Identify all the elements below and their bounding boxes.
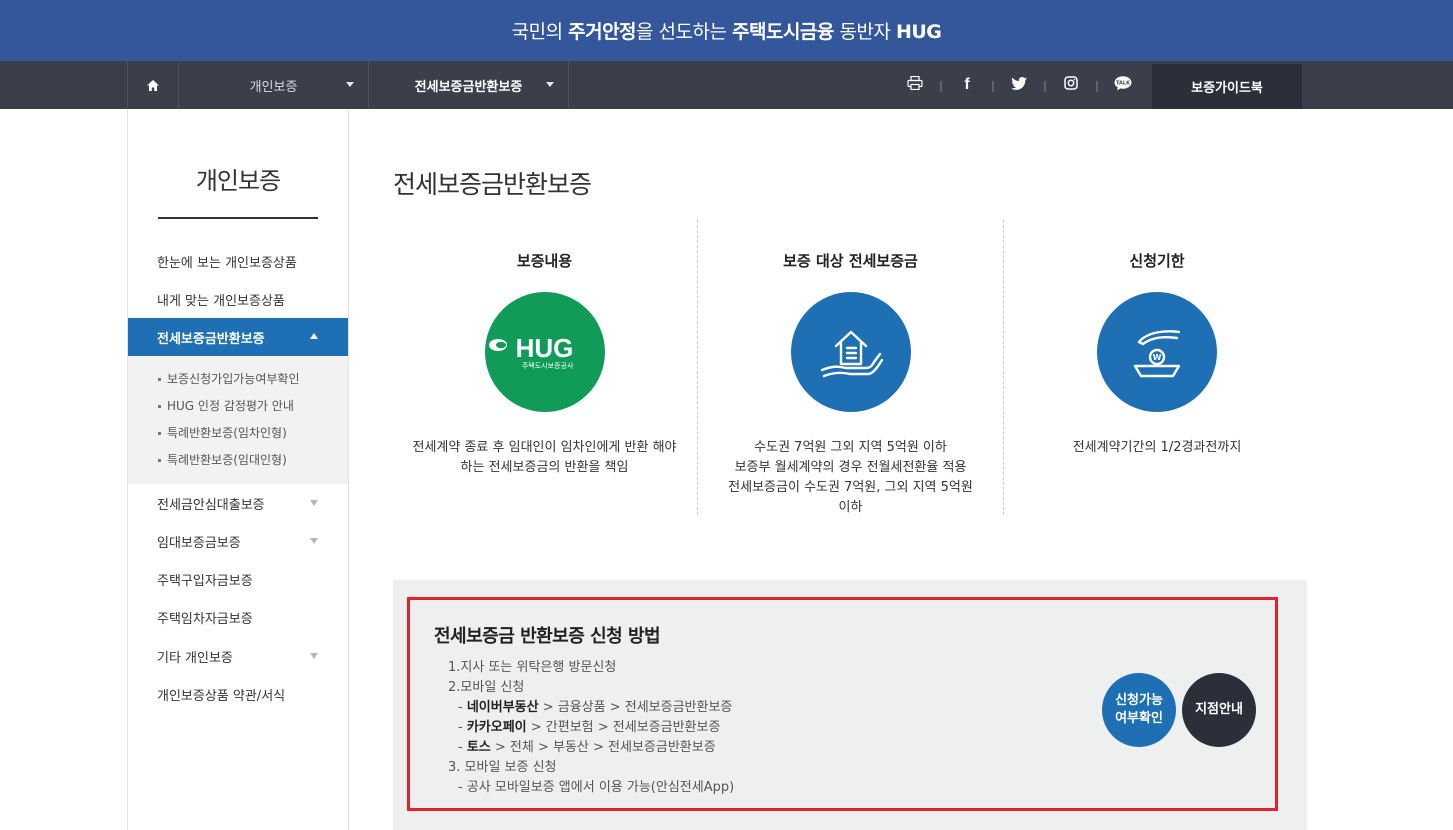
global-nav: 개인보증 전세보증금반환보증 | f | | | TALK 보증가이드북 bbox=[0, 61, 1453, 109]
sidebar-item-recommend[interactable]: 내게 맞는 개인보증상품 bbox=[128, 280, 348, 318]
caret-down-icon bbox=[546, 82, 554, 87]
info-column-target: 보증 대상 전세보증금 수도권 7억원 그외 지역 5억원 이하 보증부 월세계… bbox=[698, 220, 1004, 515]
home-button[interactable] bbox=[127, 61, 179, 109]
submenu-item-eligibility[interactable]: 보증신청가입가능여부확인 bbox=[128, 367, 348, 394]
banner-text: 국민의 주거안정을 선도하는 주택도시금융 동반자 HUG bbox=[511, 21, 942, 43]
sidebar-item-terms[interactable]: 개인보증상품 약관/서식 bbox=[128, 675, 348, 713]
twitter-icon[interactable] bbox=[1004, 76, 1034, 94]
print-icon[interactable] bbox=[900, 75, 930, 94]
sidebar-item-label: 주택구입자금보증 bbox=[157, 573, 253, 589]
howto-step: 1.지사 또는 위탁은행 방문신청 bbox=[448, 660, 617, 675]
sidebar-item-label: 주택임차자금보증 bbox=[157, 611, 253, 627]
sidebar-title: 개인보증 bbox=[195, 167, 281, 195]
guide-book-button[interactable]: 보증가이드북 bbox=[1152, 64, 1302, 109]
sidebar-item-safe-loan[interactable]: 전세금안심대출보증 bbox=[128, 484, 348, 522]
howto-substep: - 토스 > 전체 > 부동산 > 전세보증금반환보증 bbox=[458, 740, 716, 755]
sidebar-item-deposit-return[interactable]: 전세보증금반환보증 bbox=[128, 318, 348, 356]
howto-title: 전세보증금 반환보증 신청 방법 bbox=[434, 626, 661, 647]
kakaotalk-icon[interactable]: TALK bbox=[1108, 75, 1138, 95]
divider: | bbox=[939, 78, 943, 92]
home-icon bbox=[147, 79, 159, 91]
caret-up-icon bbox=[310, 333, 318, 339]
svg-text:W: W bbox=[1153, 353, 1162, 362]
howto-step: 2.모바일 신청 bbox=[448, 680, 525, 695]
branch-info-button[interactable]: 지점안내 bbox=[1182, 673, 1256, 747]
caret-down-icon bbox=[310, 538, 318, 544]
sidebar-item-label: 한눈에 보는 개인보증상품 bbox=[157, 255, 297, 271]
column-description: 전세계약 종료 후 임대인이 임차인에게 반환 해야 하는 전세보증금의 반환을… bbox=[412, 440, 677, 475]
caret-down-icon bbox=[310, 653, 318, 659]
caret-down-icon bbox=[346, 82, 354, 87]
sidebar-item-lease-fund[interactable]: 주택임차자금보증 bbox=[128, 598, 348, 636]
hug-logo-mark-icon bbox=[488, 339, 507, 351]
sidebar-item-label: 전세보증금반환보증 bbox=[157, 331, 265, 347]
hug-logo: HUG 주택도시보증공사 bbox=[488, 333, 573, 371]
sidebar-submenu: 보증신청가입가능여부확인 HUG 인정 감정평가 안내 특례반환보증(임차인형)… bbox=[128, 356, 348, 484]
submenu-item-special-tenant[interactable]: 특례반환보증(임차인형) bbox=[128, 421, 348, 448]
sidebar-title-rule bbox=[158, 217, 318, 219]
nav-dropdown-label: 전세보증금반환보증 bbox=[414, 79, 523, 95]
sidebar-item-rental-deposit[interactable]: 임대보증금보증 bbox=[128, 522, 348, 560]
howto-substep: - 카카오페이 > 간편보험 > 전세보증금반환보증 bbox=[458, 720, 721, 735]
instagram-icon[interactable] bbox=[1056, 76, 1086, 94]
facebook-icon[interactable]: f bbox=[952, 76, 982, 94]
howto-highlight: 전세보증금 반환보증 신청 방법 1.지사 또는 위탁은행 방문신청 2.모바일… bbox=[407, 597, 1278, 811]
column-heading: 보증내용 bbox=[516, 252, 573, 270]
house-hand-icon bbox=[820, 330, 883, 378]
divider: | bbox=[1095, 78, 1099, 92]
sidebar-item-label: 전세금안심대출보증 bbox=[157, 497, 265, 513]
column-heading: 신청기한 bbox=[1129, 252, 1185, 270]
social-links: | f | | | TALK bbox=[900, 61, 1138, 109]
money-hand-icon-circle: W bbox=[1097, 292, 1217, 412]
house-hand-icon-circle bbox=[790, 292, 911, 412]
howto-substep: - 네이버부동산 > 금융상품 > 전세보증금반환보증 bbox=[458, 700, 733, 715]
nav-dropdown-personal-guarantee[interactable]: 개인보증 bbox=[179, 61, 369, 109]
sidebar-item-label: 임대보증금보증 bbox=[157, 535, 241, 551]
sidebar-item-purchase-fund[interactable]: 주택구입자금보증 bbox=[128, 560, 348, 598]
column-heading: 보증 대상 전세보증금 bbox=[783, 252, 918, 270]
column-description: 전세계약기간의 1/2경과전까지 bbox=[1072, 440, 1242, 455]
divider: | bbox=[1043, 78, 1047, 92]
howto-step: 3. 모바일 보증 신청 bbox=[448, 760, 557, 775]
caret-down-icon bbox=[310, 500, 318, 506]
sidebar: 개인보증 한눈에 보는 개인보증상품 내게 맞는 개인보증상품 전세보증금반환보… bbox=[127, 109, 349, 830]
top-banner: 국민의 주거안정을 선도하는 주택도시금융 동반자 HUG bbox=[0, 0, 1453, 61]
eligibility-check-button[interactable]: 신청가능 여부확인 bbox=[1102, 673, 1176, 747]
hug-logo-circle: HUG 주택도시보증공사 bbox=[484, 292, 605, 412]
sidebar-item-other[interactable]: 기타 개인보증 bbox=[128, 637, 348, 675]
money-hand-icon: W bbox=[1133, 330, 1181, 378]
info-column-deadline: 신청기한 W 전세계약기간의 1/2경과전까지 bbox=[1004, 220, 1310, 515]
nav-dropdown-label: 개인보증 bbox=[249, 79, 298, 95]
sidebar-item-label: 내게 맞는 개인보증상품 bbox=[157, 293, 285, 309]
submenu-item-appraisal[interactable]: HUG 인정 감정평가 안내 bbox=[128, 394, 348, 421]
nav-dropdown-deposit-return[interactable]: 전세보증금반환보증 bbox=[369, 61, 569, 109]
info-column-content: 보증내용 HUG 주택도시보증공사 전세계약 종료 후 임대인이 임차인에게 반… bbox=[392, 220, 698, 515]
sidebar-item-label: 기타 개인보증 bbox=[157, 650, 233, 666]
howto-steps: 1.지사 또는 위탁은행 방문신청 2.모바일 신청 - 네이버부동산 > 금융… bbox=[448, 658, 734, 798]
column-description: 수도권 7억원 그외 지역 5억원 이하 보증부 월세계약의 경우 전월세전환율… bbox=[728, 440, 973, 515]
svg-text:TALK: TALK bbox=[1116, 80, 1131, 86]
sidebar-item-label: 개인보증상품 약관/서식 bbox=[157, 688, 286, 704]
sidebar-item-overview[interactable]: 한눈에 보는 개인보증상품 bbox=[128, 242, 348, 280]
submenu-item-special-landlord[interactable]: 특례반환보증(임대인형) bbox=[128, 448, 348, 475]
page-title: 전세보증금반환보증 bbox=[393, 170, 592, 199]
howto-substep: - 공사 모바일보증 앱에서 이용 가능(안심전세App) bbox=[458, 780, 735, 795]
divider: | bbox=[991, 78, 995, 92]
